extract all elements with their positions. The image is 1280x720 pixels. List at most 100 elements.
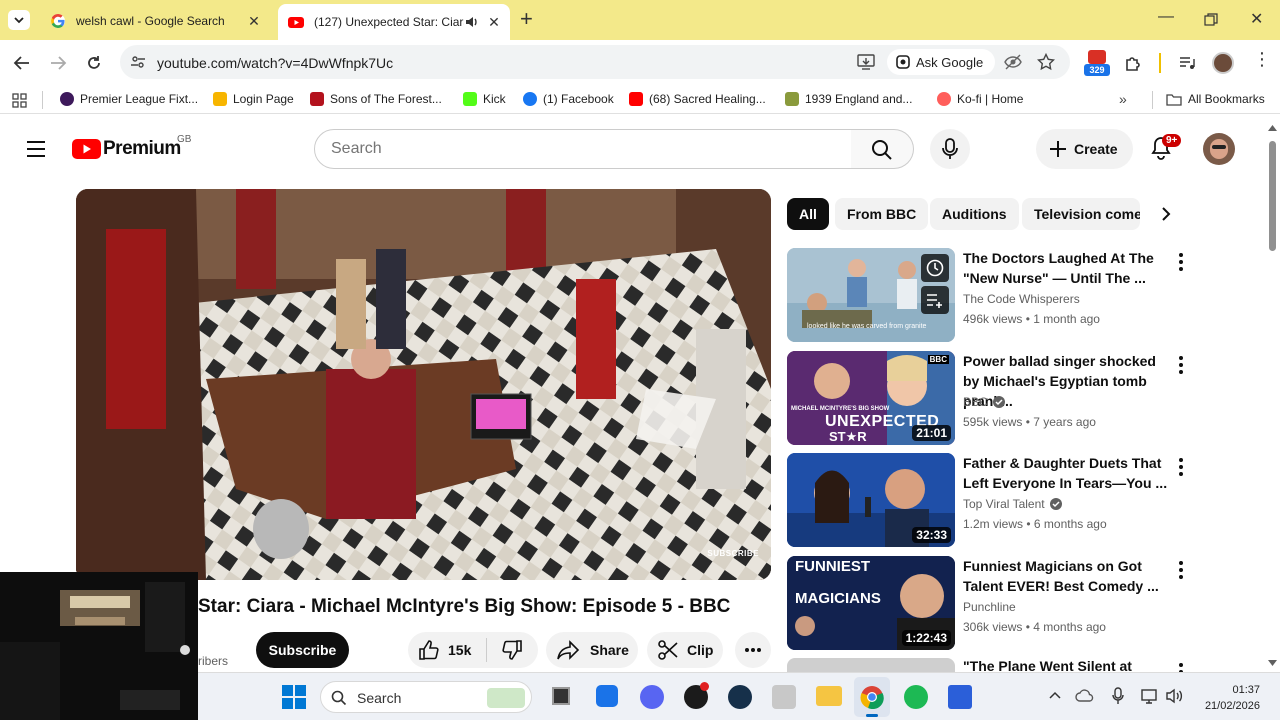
- chip-auditions[interactable]: Auditions: [930, 198, 1019, 230]
- bookmark-star-icon[interactable]: [1037, 53, 1055, 71]
- system-clock[interactable]: 01:37 21/02/2026: [1205, 682, 1260, 714]
- recommendation-title[interactable]: Father & Daughter Duets That Left Everyo…: [963, 453, 1173, 493]
- recommendation-channel[interactable]: BBC: [963, 395, 1006, 409]
- tray-expand-icon[interactable]: [1049, 691, 1061, 699]
- account-avatar[interactable]: [1203, 133, 1235, 165]
- extension-counter-button[interactable]: 329: [1084, 48, 1110, 76]
- clip-button[interactable]: Clip: [647, 632, 723, 668]
- like-button[interactable]: 15k: [408, 632, 486, 668]
- watch-later-button[interactable]: [921, 254, 949, 282]
- chrome-taskbar-button[interactable]: [854, 677, 890, 717]
- discord-icon[interactable]: [640, 685, 664, 709]
- task-view-icon[interactable]: [552, 687, 570, 705]
- browser-menu-icon[interactable]: ⋮: [1253, 50, 1271, 68]
- more-vertical-icon[interactable]: [1177, 662, 1185, 672]
- recommendation-item[interactable]: FUNNIEST MAGICIANS 1:22:43 Funniest Magi…: [787, 556, 1197, 652]
- address-bar[interactable]: youtube.com/watch?v=4DwWfnpk7Uc Ask Goog…: [120, 45, 1070, 79]
- steam-icon[interactable]: [728, 685, 752, 709]
- notifications-button[interactable]: 9+: [1150, 134, 1182, 162]
- recommendation-item[interactable]: MICHAEL MCINTYRE'S BIG SHOW UNEXPECTED S…: [787, 351, 1197, 447]
- recommendation-title[interactable]: The Doctors Laughed At The "New Nurse" —…: [963, 248, 1173, 288]
- all-bookmarks-folder[interactable]: All Bookmarks: [1166, 92, 1265, 106]
- bookmark-kick[interactable]: Kick: [463, 92, 506, 106]
- share-button[interactable]: Share: [546, 632, 638, 668]
- search-input[interactable]: [331, 140, 831, 158]
- more-vertical-icon[interactable]: [1177, 252, 1185, 272]
- install-app-icon[interactable]: [857, 54, 875, 70]
- create-button[interactable]: Create: [1036, 129, 1133, 169]
- more-vertical-icon[interactable]: [1177, 355, 1185, 375]
- video-thumbnail[interactable]: 32:33: [787, 453, 955, 547]
- bookmark-1939-england[interactable]: 1939 England and...: [785, 92, 912, 106]
- bookmark-premier-league[interactable]: Premier League Fixt...: [60, 92, 198, 106]
- subscribe-button[interactable]: Subscribe: [256, 632, 349, 668]
- voice-search-button[interactable]: [930, 129, 970, 169]
- chip-television-comedy[interactable]: Television come: [1022, 198, 1140, 230]
- dislike-button[interactable]: [487, 632, 537, 668]
- video-thumbnail[interactable]: MICHAEL MCINTYRE'S BIG SHOW UNEXPECTED S…: [787, 351, 955, 445]
- forward-icon[interactable]: [49, 54, 67, 72]
- eye-off-icon[interactable]: [1004, 53, 1022, 71]
- ask-google-button[interactable]: Ask Google: [887, 49, 995, 75]
- volume-icon[interactable]: [1166, 688, 1184, 704]
- extensions-puzzle-icon[interactable]: [1124, 54, 1142, 72]
- tab-youtube-video[interactable]: (127) Unexpected Star: Ciara ✕: [278, 4, 510, 40]
- scroll-up-arrow-icon[interactable]: [1268, 125, 1277, 131]
- window-close-icon[interactable]: ✕: [1250, 9, 1263, 29]
- tab-search-button[interactable]: [8, 10, 30, 30]
- tab-google-search[interactable]: welsh cawl - Google Search ✕: [40, 6, 270, 36]
- microphone-icon[interactable]: [1112, 687, 1124, 705]
- bookmark-facebook[interactable]: (1) Facebook: [523, 92, 614, 106]
- hamburger-menu-icon[interactable]: [26, 140, 46, 158]
- spotify-icon[interactable]: [904, 685, 928, 709]
- chip-from-bbc[interactable]: From BBC: [835, 198, 929, 230]
- video-thumbnail[interactable]: looked like he was carved from granite: [787, 248, 955, 342]
- recommendation-title[interactable]: "The Plane Went Silent at: [963, 658, 1173, 672]
- page-scrollbar[interactable]: [1265, 121, 1280, 672]
- file-explorer-icon[interactable]: [816, 686, 842, 706]
- profile-avatar[interactable]: [1212, 52, 1234, 74]
- back-icon[interactable]: [13, 54, 31, 72]
- recommendation-channel[interactable]: The Code Whisperers: [963, 292, 1080, 306]
- recommendation-item[interactable]: looked like he was carved from granite T…: [787, 248, 1197, 344]
- recommendation-item[interactable]: 32:33 Father & Daughter Duets That Left …: [787, 453, 1197, 549]
- video-thumbnail[interactable]: [787, 658, 955, 672]
- more-bookmarks-icon[interactable]: »: [1119, 91, 1127, 107]
- speaker-icon[interactable]: [464, 14, 480, 30]
- chips-next-button[interactable]: [1150, 198, 1182, 230]
- scroll-down-arrow-icon[interactable]: [1268, 660, 1277, 666]
- video-thumbnail[interactable]: FUNNIEST MAGICIANS 1:22:43: [787, 556, 955, 650]
- recommendation-item[interactable]: "The Plane Went Silent at: [787, 658, 1197, 672]
- media-controls-icon[interactable]: [1178, 54, 1196, 72]
- network-icon[interactable]: [1140, 688, 1158, 704]
- add-to-queue-button[interactable]: [921, 286, 949, 314]
- scrollbar-thumb[interactable]: [1269, 141, 1276, 251]
- bookmark-sacred-healing[interactable]: (68) Sacred Healing...: [629, 92, 766, 106]
- game-app-icon[interactable]: [772, 685, 796, 709]
- chatgpt-icon[interactable]: [684, 682, 709, 709]
- windows-start-icon[interactable]: [282, 685, 306, 709]
- chip-all[interactable]: All: [787, 198, 829, 230]
- close-tab-icon[interactable]: ✕: [244, 13, 264, 30]
- search-button[interactable]: [851, 129, 914, 169]
- recommendation-title[interactable]: Funniest Magicians on Got Talent EVER! B…: [963, 556, 1173, 596]
- new-tab-icon[interactable]: +: [520, 8, 533, 30]
- restore-icon[interactable]: [1204, 13, 1218, 27]
- recommendation-channel[interactable]: Punchline: [963, 600, 1016, 614]
- bookmark-login-page[interactable]: Login Page: [213, 92, 294, 106]
- onedrive-cloud-icon[interactable]: [1075, 688, 1095, 702]
- bookmark-sons-of-the-forest[interactable]: Sons of The Forest...: [310, 92, 442, 106]
- taskbar-search[interactable]: Search: [320, 681, 532, 713]
- minimize-icon[interactable]: —: [1158, 8, 1174, 26]
- more-actions-button[interactable]: [735, 632, 771, 668]
- youtube-premium-logo[interactable]: Premium: [72, 138, 181, 160]
- outlook-icon[interactable]: [596, 685, 618, 707]
- apps-grid-icon[interactable]: [12, 93, 27, 108]
- close-tab-icon[interactable]: ✕: [484, 14, 504, 31]
- site-info-icon[interactable]: [130, 54, 146, 70]
- recommendation-channel[interactable]: Top Viral Talent: [963, 497, 1063, 511]
- video-player[interactable]: SUBSCRIBE: [76, 189, 771, 580]
- app-window-icon[interactable]: [948, 685, 972, 709]
- search-box[interactable]: [314, 129, 852, 169]
- bookmark-ko-fi[interactable]: Ko-fi | Home: [937, 92, 1023, 106]
